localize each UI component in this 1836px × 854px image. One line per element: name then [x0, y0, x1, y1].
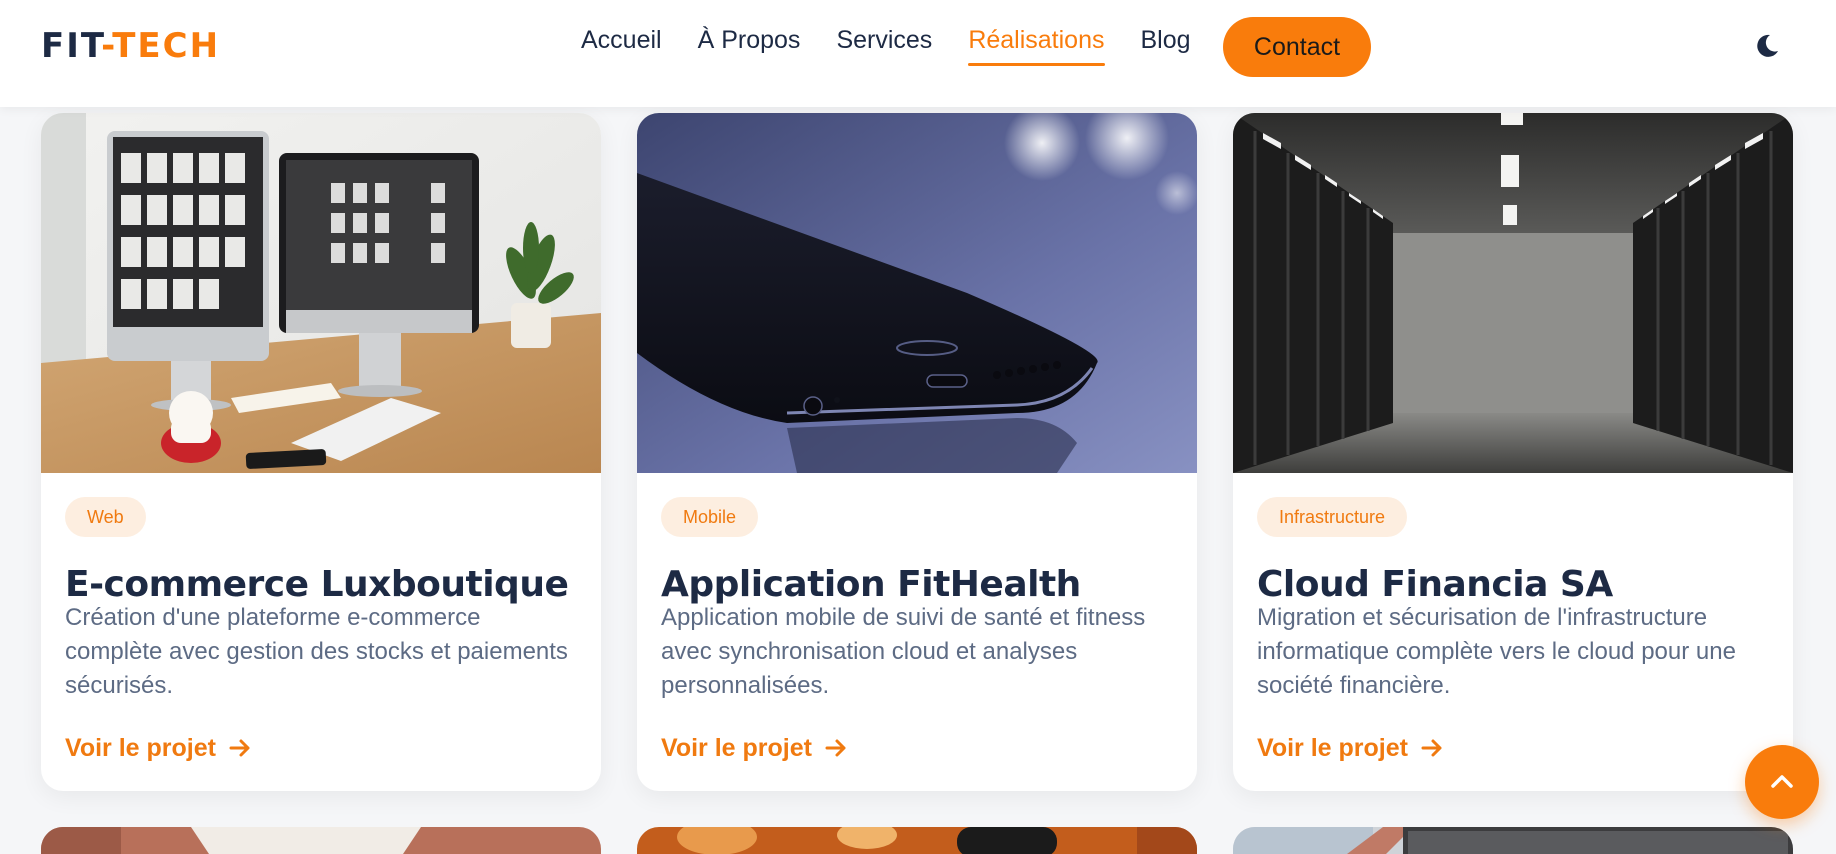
nav-item-blog[interactable]: Blog — [1141, 20, 1191, 60]
nav-item-accueil[interactable]: Accueil — [581, 20, 662, 60]
project-image-peek — [41, 827, 601, 854]
scroll-to-top-button[interactable] — [1745, 745, 1819, 819]
project-card[interactable]: Web E-commerce Luxboutique Création d'un… — [41, 113, 601, 791]
category-badge: Web — [65, 497, 146, 537]
project-card-peek[interactable] — [1233, 827, 1793, 854]
contact-button[interactable]: Contact — [1223, 17, 1371, 77]
category-badge: Infrastructure — [1257, 497, 1408, 537]
project-card-peek[interactable] — [637, 827, 1197, 854]
nav-item-services[interactable]: Services — [836, 20, 932, 60]
view-project-link[interactable]: Voir le projet — [661, 731, 848, 765]
project-image-server-room — [1233, 113, 1793, 473]
theme-toggle-button[interactable] — [1752, 31, 1782, 61]
project-card[interactable]: Mobile Application FitHealth Application… — [637, 113, 1197, 791]
site-header: FIT-TECH Accueil À Propos Services Réali… — [0, 0, 1836, 107]
site-logo[interactable]: FIT-TECH — [41, 26, 220, 66]
arrow-right-icon — [229, 739, 250, 757]
project-image-peek — [1233, 827, 1793, 854]
project-card-peek[interactable] — [41, 827, 601, 854]
arrow-right-icon — [1421, 739, 1442, 757]
logo-dash: - — [101, 26, 113, 66]
nav-item-a-propos[interactable]: À Propos — [698, 20, 801, 60]
logo-text-fit: FIT — [41, 26, 102, 66]
project-description: Application mobile de suivi de santé et … — [661, 604, 1146, 699]
project-description: Création d'une plateforme e-commerce com… — [65, 604, 568, 699]
moon-icon — [1757, 34, 1778, 57]
arrow-right-icon — [825, 739, 846, 757]
project-image-workspace — [41, 113, 601, 473]
project-image-peek — [637, 827, 1197, 854]
chevron-up-icon — [1771, 775, 1793, 788]
view-project-label: Voir le projet — [65, 734, 216, 762]
project-image-smartphone — [637, 113, 1197, 473]
nav-item-realisations[interactable]: Réalisations — [968, 20, 1105, 66]
project-description: Migration et sécurisation de l'infrastru… — [1257, 604, 1736, 699]
view-project-link[interactable]: Voir le projet — [1257, 731, 1444, 765]
view-project-label: Voir le projet — [1257, 734, 1408, 762]
category-badge: Mobile — [661, 497, 759, 537]
logo-text-tech: TECH — [112, 26, 221, 66]
project-card[interactable]: Infrastructure Cloud Financia SA Migrati… — [1233, 113, 1793, 791]
main-nav: Accueil À Propos Services Réalisations B… — [581, 16, 1227, 76]
view-project-link[interactable]: Voir le projet — [65, 731, 252, 765]
view-project-label: Voir le projet — [661, 734, 812, 762]
